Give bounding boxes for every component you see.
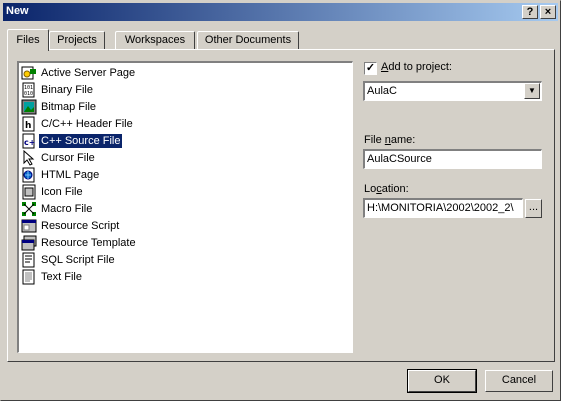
tab-workspaces[interactable]: Workspaces xyxy=(115,31,195,49)
cursor-icon xyxy=(21,149,37,166)
header-file-icon: h xyxy=(21,116,37,132)
binary-file-icon: 101 010 xyxy=(21,82,37,98)
icon-file-icon xyxy=(21,184,37,200)
list-item[interactable]: 101 010 Binary File xyxy=(21,82,95,98)
list-item-label: C++ Source File xyxy=(37,133,124,149)
close-button[interactable]: × xyxy=(540,5,556,19)
svg-text:c+: c+ xyxy=(24,138,35,147)
label-part: ation: xyxy=(381,183,409,195)
label-part: dd to project: xyxy=(388,61,452,73)
cancel-button[interactable]: Cancel xyxy=(485,370,553,392)
location-input[interactable]: H:\MONITORIA\2002\2002_2\ xyxy=(363,198,523,218)
file-name-label: File name: xyxy=(364,134,415,146)
list-item[interactable]: HTML Page xyxy=(21,167,101,183)
help-button[interactable]: ? xyxy=(522,5,538,19)
list-item[interactable]: SQL Script File xyxy=(21,252,117,268)
resource-template-icon xyxy=(21,235,37,251)
svg-text:h: h xyxy=(25,121,31,131)
file-name-input[interactable]: AulaCSource xyxy=(363,149,542,169)
list-item[interactable]: Active Server Page xyxy=(21,65,137,81)
ok-button[interactable]: OK xyxy=(407,369,477,393)
tab-other-documents[interactable]: Other Documents xyxy=(197,31,299,49)
add-to-project-label[interactable]: Add to project: xyxy=(381,61,452,73)
project-select-value: AulaC xyxy=(367,85,397,97)
label-part: File xyxy=(364,134,385,146)
list-item-label: Bitmap File xyxy=(41,101,97,113)
list-item-label: Active Server Page xyxy=(41,67,136,79)
list-item[interactable]: Macro File xyxy=(21,201,94,217)
list-item-label: Binary File xyxy=(41,84,93,96)
list-item-selected[interactable]: c+ C++ Source File xyxy=(21,133,124,149)
tab-projects[interactable]: Projects xyxy=(49,31,105,49)
add-to-project-checkbox[interactable]: ✓ xyxy=(364,62,377,75)
list-item-label: Macro File xyxy=(41,203,93,215)
new-dialog: New ? × Files Projects Workspaces Other … xyxy=(0,0,561,401)
list-item-label: Resource Template xyxy=(41,237,136,249)
html-page-icon xyxy=(21,167,37,183)
title-bar[interactable]: New ? × xyxy=(3,3,558,21)
cpp-source-icon: c+ xyxy=(21,133,37,149)
file-type-list[interactable]: Active Server Page 101 010 Binary File Bi… xyxy=(17,61,353,353)
tab-files[interactable]: Files xyxy=(7,29,49,51)
text-file-icon xyxy=(21,269,37,285)
list-item-label: Text File xyxy=(41,271,82,283)
dropdown-arrow-icon[interactable]: ▼ xyxy=(524,83,540,99)
list-item[interactable]: h C/C++ Header File xyxy=(21,116,135,132)
list-item[interactable]: Icon File xyxy=(21,184,85,200)
window-title: New xyxy=(6,5,29,17)
list-item[interactable]: Resource Template xyxy=(21,235,138,251)
resource-script-icon xyxy=(21,218,37,234)
list-item-label: SQL Script File xyxy=(41,254,115,266)
list-item[interactable]: Resource Script xyxy=(21,218,121,234)
list-item[interactable]: Bitmap File xyxy=(21,99,98,115)
project-select[interactable]: AulaC xyxy=(363,81,542,101)
list-item-label: HTML Page xyxy=(41,169,100,181)
label-part: Lo xyxy=(364,183,377,195)
sql-script-icon xyxy=(21,252,37,268)
list-item[interactable]: Cursor File xyxy=(21,149,97,166)
browse-button[interactable]: ... xyxy=(525,199,542,218)
label-part: ame: xyxy=(390,134,416,146)
location-label: Location: xyxy=(364,183,409,195)
list-item-label: Resource Script xyxy=(41,220,120,232)
bitmap-icon xyxy=(21,99,37,115)
list-item[interactable]: Text File xyxy=(21,269,84,285)
svg-text:010: 010 xyxy=(24,91,33,97)
list-item-label: Cursor File xyxy=(41,152,95,164)
macro-icon xyxy=(21,201,37,217)
asp-icon xyxy=(21,65,37,81)
list-item-label: Icon File xyxy=(41,186,83,198)
list-item-label: C/C++ Header File xyxy=(41,118,133,130)
